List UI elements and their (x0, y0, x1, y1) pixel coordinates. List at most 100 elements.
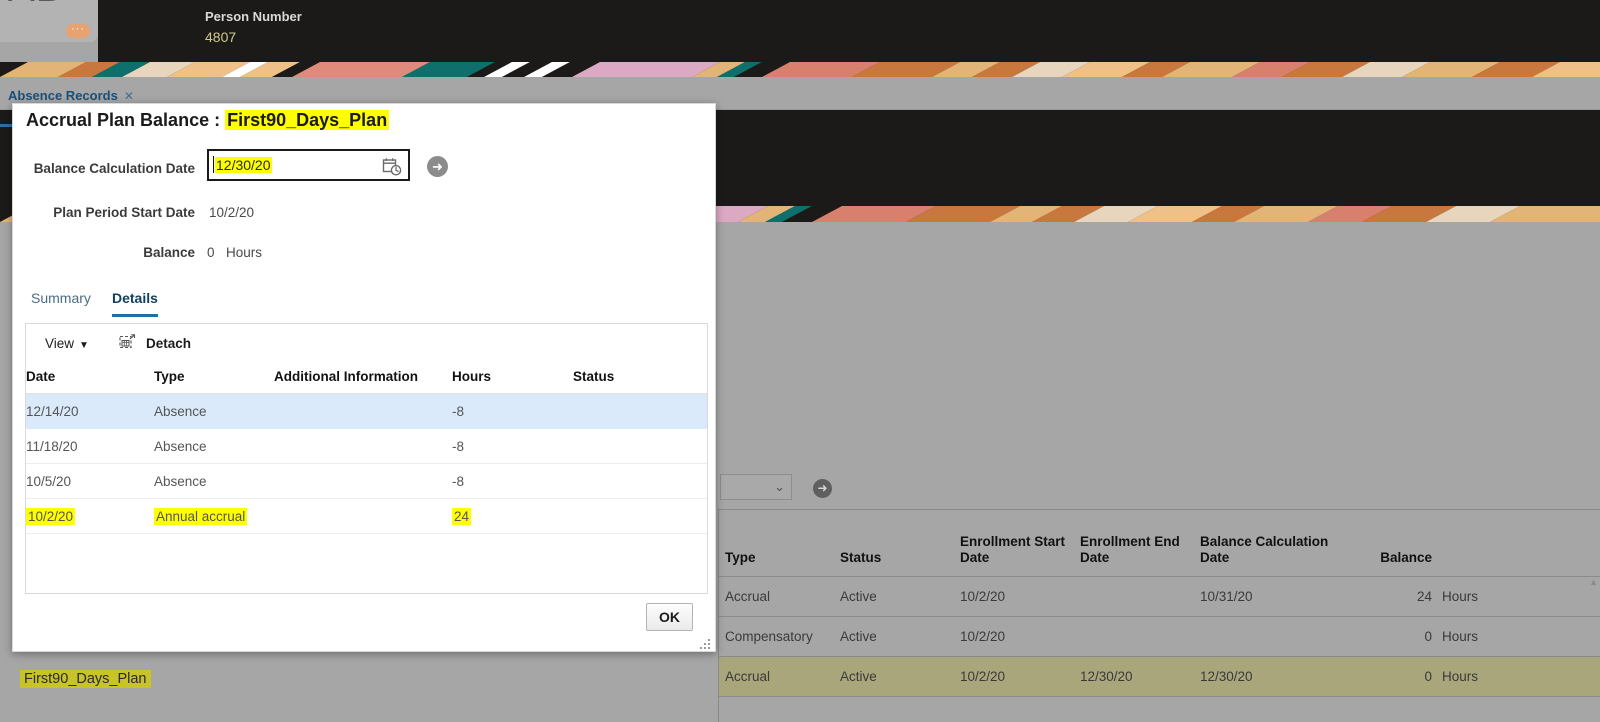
table-row[interactable]: 10/5/20 Absence -8 (26, 463, 707, 499)
cell-empty (573, 534, 707, 569)
cell-enrollment-end-date: 12/30/20 (1074, 656, 1194, 697)
detach-icon[interactable] (119, 334, 136, 350)
cell-enrollment-start-date: 10/2/20 (954, 616, 1074, 657)
table-header-row: Date Type Additional Information Hours S… (26, 365, 707, 394)
cell-status (573, 428, 707, 464)
plan-period-start-date-value: 10/2/20 (209, 205, 255, 220)
tab-summary[interactable]: Summary (31, 290, 91, 314)
avatar-initials: AB (8, 0, 63, 11)
cell-enrollment-start-date: 10/2/20 (954, 656, 1074, 697)
column-header-additional-information[interactable]: Additional Information (274, 365, 452, 394)
tab-absence-records-label: Absence Records (8, 88, 118, 103)
plan-period-start-date-label: Plan Period Start Date (53, 205, 195, 220)
cell-balance-calculation-date (1194, 616, 1342, 657)
column-header-hours[interactable]: Hours (452, 365, 573, 394)
person-number-value: 4807 (205, 29, 237, 45)
view-menu-button[interactable]: View ▼ (45, 336, 89, 351)
cell-type: Absence (154, 428, 274, 464)
refresh-balance-go-button[interactable]: ➜ (427, 156, 448, 177)
dialog-tab-bar: Summary Details (25, 290, 705, 320)
cell-type: Absence (154, 463, 274, 499)
close-icon[interactable]: ✕ (124, 89, 134, 103)
cell-date: 10/5/20 (26, 463, 154, 499)
cell-date-value: 10/2/20 (26, 507, 76, 525)
resize-grip-icon[interactable] (700, 637, 711, 649)
details-toolbar: View ▼ Detach (26, 324, 707, 365)
cell-enrollment-end-date (1074, 616, 1194, 657)
column-header-type[interactable]: Type (154, 365, 274, 394)
records-filter-select[interactable]: ⌄ (720, 474, 792, 500)
details-panel: View ▼ Detach Date Type Additional Infor… (25, 323, 708, 594)
dialog-title-prefix: Accrual Plan Balance : (26, 110, 226, 130)
view-menu-label: View (45, 336, 75, 351)
table-row[interactable]: Compensatory Active 10/2/20 0 Hours (719, 616, 1600, 657)
calendar-clock-icon[interactable] (382, 157, 402, 177)
column-header-date[interactable]: Date (26, 365, 154, 394)
balance-calculation-date-input[interactable]: 12/30/20 (207, 149, 410, 181)
cell-balance: 0 (1342, 656, 1436, 697)
dialog-footer: OK (13, 595, 715, 651)
column-header-enrollment-end-date[interactable]: Enrollment End Date (1074, 510, 1194, 577)
cell-additional-information (274, 428, 452, 464)
column-header-balance-unit (1436, 510, 1600, 577)
person-number-field: Person Number 4807 (205, 9, 302, 45)
dialog-title-plan: First90_Days_Plan (225, 110, 390, 130)
cell-status: Active (834, 576, 954, 617)
cell-hours: -8 (452, 393, 573, 429)
cell-type-value: Annual accrual (154, 507, 248, 525)
cell-status: Active (834, 656, 954, 697)
table-row[interactable]: 11/18/20 Absence -8 (26, 428, 707, 464)
cell-balance-unit: Hours (1436, 576, 1600, 617)
chevron-down-icon: ⌄ (774, 479, 785, 494)
cell-type: Accrual (719, 576, 834, 617)
table-row[interactable]: Accrual Active 10/2/20 10/31/20 24 Hours (719, 576, 1600, 617)
scroll-up-icon[interactable]: ▲ (1589, 576, 1598, 588)
avatar[interactable]: AB ··· (0, 0, 98, 42)
column-header-status[interactable]: Status (834, 510, 954, 577)
cell-hours: -8 (452, 428, 573, 464)
caret-down-icon: ▼ (79, 340, 89, 351)
person-hero-banner: Person Number 4807 (98, 0, 1600, 62)
text-caret (213, 156, 214, 173)
cell-type: Compensatory (719, 616, 834, 657)
cell-additional-information (274, 463, 452, 499)
cell-date: 10/2/20 (26, 498, 154, 534)
tab-details[interactable]: Details (112, 290, 158, 317)
cell-type: Accrual (719, 656, 834, 697)
cell-date: 12/14/20 (26, 393, 154, 429)
ok-button[interactable]: OK (646, 603, 693, 631)
cell-hours: 24 (452, 498, 573, 534)
column-header-type[interactable]: Type (719, 510, 834, 577)
balance-calculation-date-value: 12/30/20 (215, 157, 272, 173)
accrual-details-table: Date Type Additional Information Hours S… (26, 365, 707, 569)
table-row-highlighted[interactable]: Accrual Active 10/2/20 12/30/20 12/30/20… (719, 656, 1600, 697)
cell-status (573, 498, 707, 534)
detach-button[interactable]: Detach (146, 336, 191, 351)
cell-type: Annual accrual (154, 498, 274, 534)
avatar-more-badge[interactable]: ··· (66, 24, 90, 38)
cell-balance: 0 (1342, 616, 1436, 657)
column-header-balance-calculation-date[interactable]: Balance Calculation Date (1194, 510, 1342, 577)
balance-label: Balance (143, 245, 195, 260)
column-header-status[interactable]: Status (573, 365, 707, 394)
table-row-selected[interactable]: 12/14/20 Absence -8 (26, 393, 707, 429)
cell-type: Absence (154, 393, 274, 429)
cell-empty (154, 534, 274, 569)
cell-balance-calculation-date: 12/30/20 (1194, 656, 1342, 697)
cell-empty (452, 534, 573, 569)
records-go-button[interactable]: ➜ (813, 479, 832, 498)
column-header-balance[interactable]: Balance (1342, 510, 1436, 577)
cell-status (573, 463, 707, 499)
cell-empty (26, 534, 154, 569)
balance-calculation-date-label: Balance Calculation Date (33, 161, 195, 176)
tab-absence-records[interactable]: Absence Records ✕ (8, 88, 134, 103)
table-row-highlighted[interactable]: 10/2/20 Annual accrual 24 (26, 498, 707, 534)
plan-name-row-label[interactable]: First90_Days_Plan (20, 670, 151, 688)
plan-enrollments-table: Type Status Enrollment Start Date Enroll… (718, 509, 1600, 722)
cell-hours-value: 24 (452, 507, 472, 525)
cell-balance-calculation-date: 10/31/20 (1194, 576, 1342, 617)
cell-status (573, 393, 707, 429)
balance-unit: Hours (226, 245, 263, 260)
table-header-row: Type Status Enrollment Start Date Enroll… (719, 510, 1600, 577)
column-header-enrollment-start-date[interactable]: Enrollment Start Date (954, 510, 1074, 577)
